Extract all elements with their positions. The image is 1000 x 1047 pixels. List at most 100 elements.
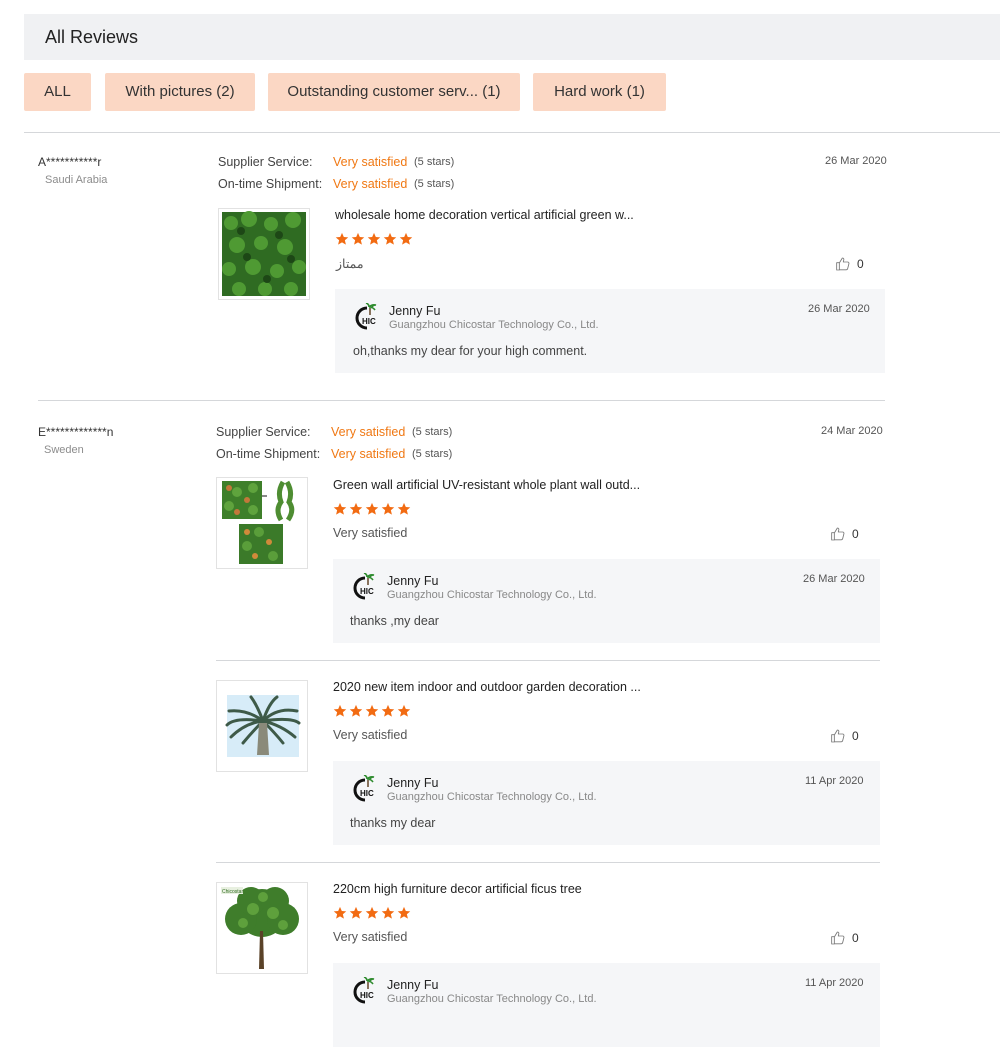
page-title: All Reviews [45, 27, 139, 47]
filter-all[interactable]: ALL [24, 73, 91, 111]
product-thumbnail[interactable] [216, 477, 308, 569]
reviewer-name: A***********r [38, 155, 102, 169]
thumbs-up-icon [835, 256, 851, 272]
review-date: 26 Mar 2020 [825, 155, 887, 167]
like-button[interactable]: 0 [830, 930, 859, 946]
shipment-label: On-time Shipment: [216, 447, 321, 461]
review-date: 24 Mar 2020 [821, 425, 883, 437]
reply-text: thanks ,my dear [350, 614, 439, 628]
supplier-service-value: Very satisfied [331, 425, 406, 439]
reply-company: Guangzhou Chicostar Technology Co., Ltd. [387, 791, 597, 803]
supplier-service-stars: (5 stars) [412, 426, 453, 438]
star-rating [333, 704, 411, 718]
star-icon [399, 232, 413, 246]
reply-author: Jenny Fu [387, 776, 439, 790]
reply-company: Guangzhou Chicostar Technology Co., Ltd. [389, 319, 599, 331]
product-thumbnail[interactable] [218, 208, 310, 300]
shipment-stars: (5 stars) [414, 178, 455, 190]
supplier-service-value: Very satisfied [333, 155, 408, 169]
shipment-stars: (5 stars) [412, 448, 453, 460]
company-logo-icon [351, 977, 379, 1007]
supplier-service-stars: (5 stars) [414, 156, 455, 168]
reviewer-name: E*************n [38, 425, 114, 439]
star-rating [335, 232, 413, 246]
star-icon [381, 502, 395, 516]
review-text: Very satisfied [333, 728, 408, 742]
product-title[interactable]: wholesale home decoration vertical artif… [335, 208, 634, 222]
product-title[interactable]: 220cm high furniture decor artificial fi… [333, 882, 582, 896]
star-icon [365, 704, 379, 718]
star-icon [349, 906, 363, 920]
filter-hard-work[interactable]: Hard work (1) [533, 73, 666, 111]
reply-date: 11 Apr 2020 [805, 775, 864, 787]
shipment-value: Very satisfied [331, 447, 406, 461]
star-icon [397, 906, 411, 920]
reply-author: Jenny Fu [387, 574, 439, 588]
supplier-service-label: Supplier Service: [218, 155, 313, 169]
product-title[interactable]: 2020 new item indoor and outdoor garden … [333, 680, 641, 694]
star-rating [333, 906, 411, 920]
star-icon [335, 232, 349, 246]
reply-company: Guangzhou Chicostar Technology Co., Ltd. [387, 993, 597, 1005]
company-logo-icon [351, 775, 379, 805]
like-button[interactable]: 0 [830, 728, 859, 744]
thumbs-up-icon [830, 526, 846, 542]
star-icon [397, 502, 411, 516]
thumbs-up-icon [830, 728, 846, 744]
review-text: ممتاز [336, 257, 364, 271]
product-title[interactable]: Green wall artificial UV-resistant whole… [333, 478, 640, 492]
reply-author: Jenny Fu [387, 978, 439, 992]
supplier-service-label: Supplier Service: [216, 425, 311, 439]
star-icon [349, 502, 363, 516]
star-icon [349, 704, 363, 718]
star-icon [351, 232, 365, 246]
supplier-reply: Jenny Fu Guangzhou Chicostar Technology … [335, 289, 885, 373]
reply-author: Jenny Fu [389, 304, 441, 318]
star-icon [333, 502, 347, 516]
thumbs-up-icon [830, 930, 846, 946]
star-icon [381, 906, 395, 920]
plant-wall-image [222, 480, 295, 564]
divider [216, 862, 880, 863]
star-icon [383, 232, 397, 246]
product-thumbnail[interactable] [216, 680, 308, 772]
divider [24, 132, 1000, 133]
company-logo-icon [353, 303, 381, 333]
star-rating [333, 502, 411, 516]
reviewer-country: Sweden [44, 444, 84, 456]
star-icon [333, 906, 347, 920]
star-icon [365, 502, 379, 516]
ficus-tree-image: Chicostar [217, 883, 307, 973]
like-button[interactable]: 0 [835, 256, 864, 272]
supplier-reply: Jenny Fu Guangzhou Chicostar Technology … [333, 761, 880, 845]
svg-text:Chicostar: Chicostar [222, 889, 243, 895]
shipment-label: On-time Shipment: [218, 177, 323, 191]
like-count: 0 [852, 729, 859, 743]
page-header: All Reviews [24, 14, 1000, 60]
like-count: 0 [857, 257, 864, 271]
star-icon [367, 232, 381, 246]
green-wall-image [222, 211, 306, 296]
shipment-value: Very satisfied [333, 177, 408, 191]
like-count: 0 [852, 527, 859, 541]
palm-tree-image [217, 681, 307, 771]
review-text: Very satisfied [333, 930, 408, 944]
company-logo-icon [351, 573, 379, 603]
filter-outstanding-customer-service[interactable]: Outstanding customer serv... (1) [268, 73, 520, 111]
reply-company: Guangzhou Chicostar Technology Co., Ltd. [387, 589, 597, 601]
star-icon [381, 704, 395, 718]
like-count: 0 [852, 931, 859, 945]
star-icon [333, 704, 347, 718]
product-thumbnail[interactable]: Chicostar [216, 882, 308, 974]
review-text: Very satisfied [333, 526, 408, 540]
filter-with-pictures[interactable]: With pictures (2) [105, 73, 255, 111]
supplier-reply: Jenny Fu Guangzhou Chicostar Technology … [333, 963, 880, 1047]
star-icon [397, 704, 411, 718]
like-button[interactable]: 0 [830, 526, 859, 542]
reply-text: thanks my dear [350, 816, 436, 830]
divider [216, 660, 880, 661]
divider [38, 400, 885, 401]
reply-date: 26 Mar 2020 [808, 303, 870, 315]
reply-date: 26 Mar 2020 [803, 573, 865, 585]
reply-text: oh,thanks my dear for your high comment. [353, 344, 588, 358]
